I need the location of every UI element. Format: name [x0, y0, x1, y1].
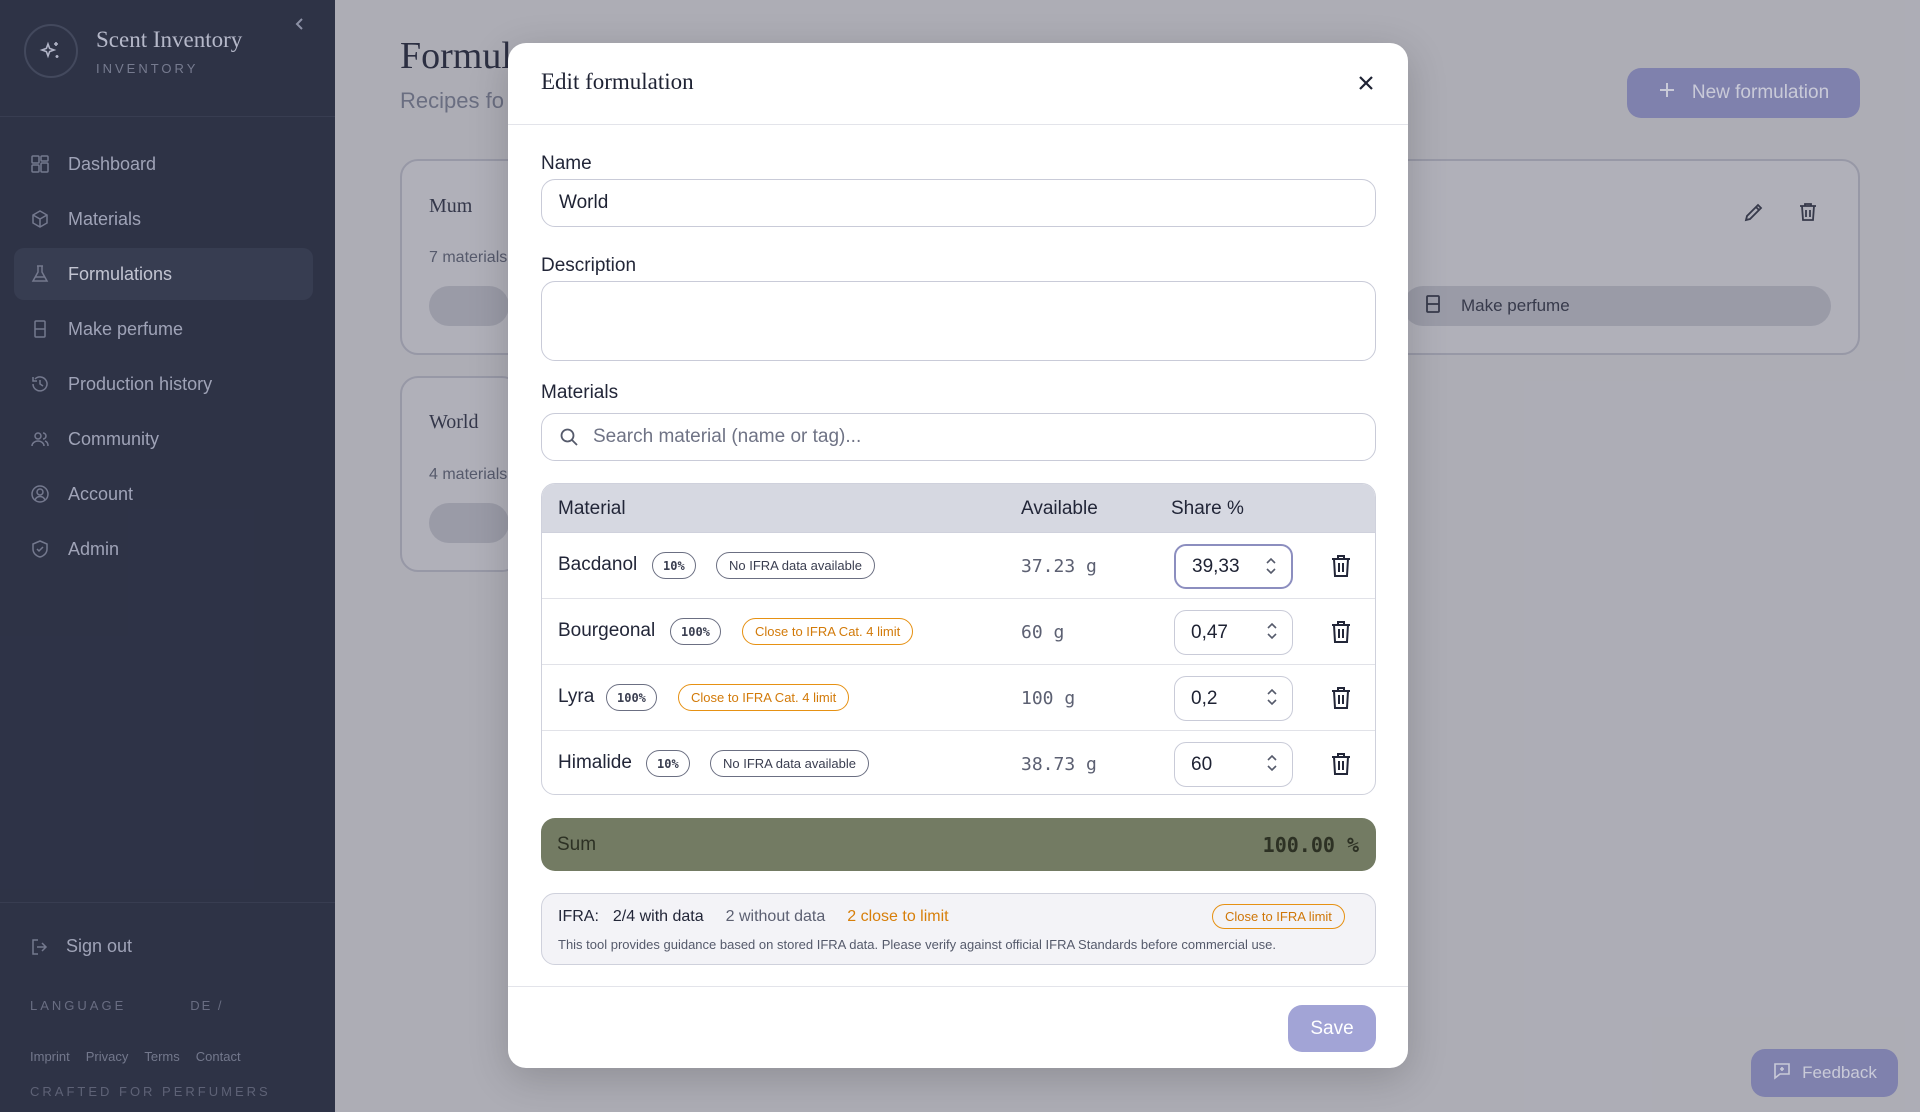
edit-formulation-modal: Edit formulation Name World Description …	[508, 43, 1408, 1068]
concentration-badge: 100%	[606, 684, 657, 711]
sum-label: Sum	[557, 833, 597, 855]
material-name: Bourgeonal	[558, 620, 656, 641]
share-value: 60	[1191, 753, 1213, 775]
sum-bar: Sum 100.00 %	[541, 818, 1376, 871]
modal-title: Edit formulation	[541, 69, 694, 94]
ifra-summary: IFRA: 2/4 with data 2 without data 2 clo…	[541, 893, 1376, 965]
material-name: Lyra	[558, 686, 595, 707]
concentration-badge: 10%	[652, 552, 696, 579]
available-amount: 60 g	[1021, 622, 1065, 643]
search-placeholder: Search material (name or tag)...	[593, 426, 862, 447]
material-name: Himalide	[558, 752, 632, 773]
column-share: Share %	[1171, 498, 1244, 519]
share-value: 39,33	[1192, 555, 1240, 577]
ifra-with-data: 2/4 with data	[612, 908, 704, 925]
description-label: Description	[541, 255, 637, 276]
ifra-status-badge: Close to IFRA Cat. 4 limit	[742, 618, 914, 645]
name-label: Name	[541, 153, 592, 174]
concentration-badge: 10%	[646, 750, 690, 777]
materials-table: Material Available Share % Bacdanol 10% …	[541, 483, 1376, 795]
ifra-disclaimer: This tool provides guidance based on sto…	[558, 937, 1277, 952]
trash-icon[interactable]	[1330, 554, 1352, 578]
available-amount: 100 g	[1021, 688, 1076, 709]
stepper-icon[interactable]	[1265, 556, 1277, 576]
share-input[interactable]: 39,33	[1174, 544, 1293, 589]
share-value: 0,47	[1191, 621, 1228, 643]
table-row: Bourgeonal 100% Close to IFRA Cat. 4 lim…	[542, 599, 1375, 665]
modal-header: Edit formulation	[508, 43, 1408, 125]
save-button[interactable]: Save	[1288, 1005, 1376, 1052]
table-row: Himalide 10% No IFRA data available 38.7…	[542, 731, 1375, 794]
available-amount: 38.73 g	[1021, 754, 1097, 775]
close-icon[interactable]	[1352, 69, 1380, 97]
name-field[interactable]: World	[541, 179, 1376, 227]
trash-icon[interactable]	[1330, 752, 1352, 776]
stepper-icon[interactable]	[1266, 621, 1278, 641]
ifra-close-to-limit: 2 close to limit	[847, 908, 949, 925]
column-available: Available	[1021, 498, 1098, 519]
ifra-status-badge: No IFRA data available	[710, 750, 869, 777]
share-input[interactable]: 0,47	[1174, 610, 1293, 655]
materials-label: Materials	[541, 382, 619, 403]
share-value: 0,2	[1191, 687, 1218, 709]
ifra-status-badge: Close to IFRA limit	[1212, 904, 1345, 929]
sum-value: 100.00 %	[1262, 832, 1359, 857]
material-name: Bacdanol	[558, 554, 638, 575]
available-amount: 37.23 g	[1021, 556, 1097, 577]
search-icon	[559, 427, 579, 447]
ifra-without-data: 2 without data	[725, 908, 826, 925]
table-row: Lyra 100% Close to IFRA Cat. 4 limit 100…	[542, 665, 1375, 731]
ifra-status-badge: Close to IFRA Cat. 4 limit	[678, 684, 850, 711]
share-input[interactable]: 0,2	[1174, 676, 1293, 721]
ifra-key: IFRA:	[558, 908, 599, 925]
concentration-badge: 100%	[670, 618, 721, 645]
table-row: Bacdanol 10% No IFRA data available 37.2…	[542, 533, 1375, 599]
trash-icon[interactable]	[1330, 686, 1352, 710]
stepper-icon[interactable]	[1266, 687, 1278, 707]
ifra-status-badge: No IFRA data available	[716, 552, 875, 579]
share-input[interactable]: 60	[1174, 742, 1293, 787]
description-field[interactable]	[541, 281, 1376, 361]
column-material: Material	[558, 498, 626, 519]
modal-footer: Save	[508, 986, 1408, 1068]
material-search-input[interactable]: Search material (name or tag)...	[541, 413, 1376, 461]
trash-icon[interactable]	[1330, 620, 1352, 644]
table-header: Material Available Share %	[542, 484, 1375, 533]
stepper-icon[interactable]	[1266, 753, 1278, 773]
